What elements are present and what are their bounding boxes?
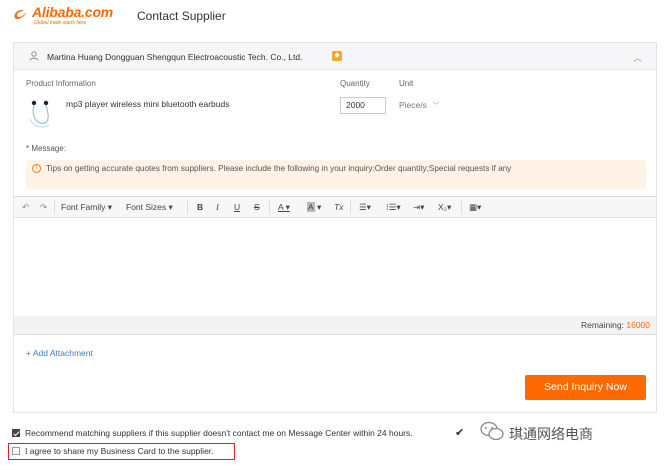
quantity-input[interactable]: 2000 xyxy=(340,97,386,114)
page-header: Alibaba.com Global trade starts here Con… xyxy=(0,0,665,34)
toolbar-divider xyxy=(187,200,188,214)
clear-format-icon[interactable]: Tx xyxy=(334,202,343,212)
toolbar-divider xyxy=(269,200,270,214)
message-textarea[interactable] xyxy=(14,218,656,316)
remaining-counter: Remaining: 16000 xyxy=(581,320,650,330)
product-info-label: Product Information xyxy=(26,79,96,88)
unit-label: Unit xyxy=(399,79,414,88)
page-title: Contact Supplier xyxy=(137,9,226,23)
user-icon xyxy=(29,51,39,61)
font-family-label: Font Family xyxy=(61,202,106,212)
watermark-text: 琪通网络电商 xyxy=(509,427,593,443)
share-business-card-label: I agree to share my Business Card to the… xyxy=(25,446,214,456)
table-icon[interactable]: ▦▾ xyxy=(469,202,481,213)
redo-icon[interactable]: ↷ xyxy=(40,202,47,213)
product-name: mp3 player wireless mini bluetooth earbu… xyxy=(66,99,230,109)
text-color-icon: A xyxy=(278,202,284,212)
undo-icon[interactable]: ↶ xyxy=(22,202,29,213)
recommend-checkbox[interactable] xyxy=(12,429,20,437)
editor-toolbar: ↶ ↷ Font Family ▾ Font Sizes ▾ B I U S A… xyxy=(14,197,656,218)
chevron-down-icon: ﹀ xyxy=(432,103,440,110)
bullet-list-icon[interactable]: ⁝☰▾ xyxy=(386,202,401,213)
toolbar-divider xyxy=(350,200,351,214)
text-color-button[interactable]: A ▾ xyxy=(278,202,290,213)
logo-tagline: Global trade starts here xyxy=(34,20,87,26)
wechat-watermark-icon xyxy=(480,421,504,441)
unit-select[interactable]: Piece/s ﹀ xyxy=(399,100,439,111)
subscript-icon: X xyxy=(438,202,444,212)
font-family-select[interactable]: Font Family ▾ xyxy=(61,202,112,213)
font-sizes-label: Font Sizes xyxy=(126,202,167,212)
italic-button[interactable]: I xyxy=(216,202,219,212)
bold-button[interactable]: B xyxy=(197,202,203,212)
tips-text: Tips on getting accurate quotes from sup… xyxy=(46,164,512,173)
unit-select-value: Piece/s xyxy=(399,100,427,110)
checkmark-logo-icon: ✔ xyxy=(455,427,465,439)
logo-text[interactable]: Alibaba.com xyxy=(32,4,113,20)
message-editor: ↶ ↷ Font Family ▾ Font Sizes ▾ B I U S A… xyxy=(14,196,656,335)
chevron-up-icon[interactable]: ︿ xyxy=(633,51,642,64)
tips-box: ! Tips on getting accurate quotes from s… xyxy=(26,160,646,189)
share-business-card-checkbox[interactable] xyxy=(12,447,20,455)
font-sizes-select[interactable]: Font Sizes ▾ xyxy=(126,202,173,213)
quantity-label: Quantity xyxy=(340,79,370,88)
editor-footer: Remaining: 16000 xyxy=(14,316,656,334)
info-icon: ! xyxy=(32,164,41,173)
add-attachment-link[interactable]: + Add Attachment xyxy=(26,348,93,358)
underline-button[interactable]: U xyxy=(234,202,240,212)
send-inquiry-button[interactable]: Send Inquiry Now xyxy=(525,375,646,400)
indent-icon[interactable]: ⇥▾ xyxy=(413,202,424,213)
message-label: * Message: xyxy=(26,144,67,153)
strikethrough-button[interactable]: S xyxy=(254,202,260,212)
contact-form-card: Martina Huang Dongguan Shengqun Electroa… xyxy=(13,42,657,413)
remaining-label: Remaining: xyxy=(580,320,624,330)
align-icon[interactable]: ☰▾ xyxy=(359,202,371,213)
subscript-button[interactable]: X₂▾ xyxy=(438,202,451,213)
alibaba-logo-icon[interactable] xyxy=(12,6,30,24)
gold-supplier-badge-icon: ◆ xyxy=(332,51,342,61)
background-color-icon: A xyxy=(307,202,315,212)
remaining-count: 16000 xyxy=(626,320,650,330)
toolbar-divider xyxy=(54,200,55,214)
recommend-label: Recommend matching suppliers if this sup… xyxy=(25,428,413,438)
product-thumbnail[interactable] xyxy=(25,97,55,131)
supplier-bar[interactable]: Martina Huang Dongguan Shengqun Electroa… xyxy=(14,43,656,70)
toolbar-divider xyxy=(461,200,462,214)
supplier-name[interactable]: Martina Huang Dongguan Shengqun Electroa… xyxy=(47,52,302,62)
background-color-button[interactable]: A ▾ xyxy=(307,202,321,213)
